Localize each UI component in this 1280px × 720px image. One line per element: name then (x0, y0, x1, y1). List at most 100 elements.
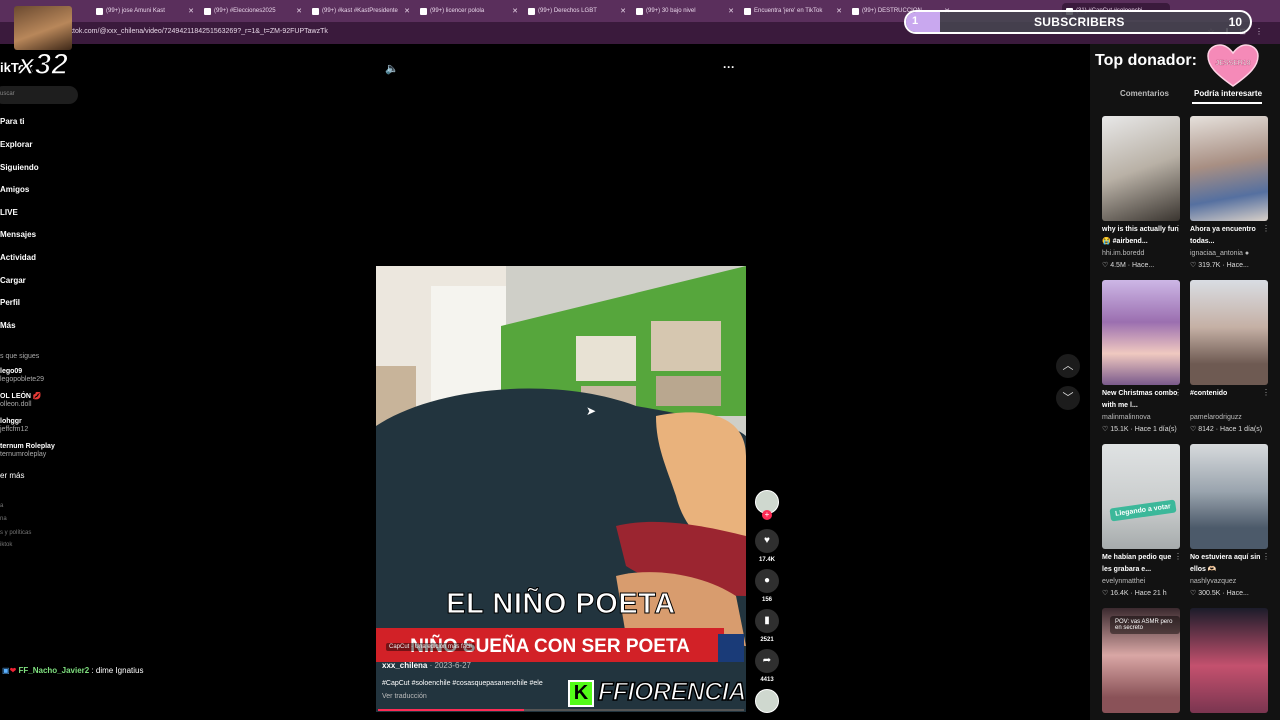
search-input[interactable]: uscar (0, 86, 78, 104)
card-meta: ♡ 4.5M · Hace... (1102, 262, 1155, 269)
video-thumbnail[interactable] (1190, 608, 1268, 713)
browser-tab[interactable]: (99+) #Elecciones2025 ✕ (200, 3, 304, 20)
active-tab-indicator (1192, 102, 1262, 104)
thumbnail-caption: POV: vas ASMR pero en secreto (1110, 616, 1180, 634)
chat-badge-icon: ▣ (2, 666, 10, 675)
footer-link[interactable]: iktok (0, 542, 12, 548)
browser-tab-label: Encuentra 'jere' en TikTok (754, 8, 823, 14)
video-thumbnail[interactable]: Llegando a votar (1102, 444, 1180, 549)
close-icon[interactable]: ✕ (512, 3, 518, 20)
sidebar-item-9[interactable]: Más (0, 321, 16, 330)
browser-tab[interactable]: (99+) 30 bajo nivel ✕ (632, 3, 736, 20)
card-title[interactable]: Me habían pedio que les grabara e... (1102, 552, 1182, 576)
share-button[interactable]: ➦ (755, 649, 779, 673)
card-title[interactable]: #contenido (1190, 388, 1270, 400)
comment-button[interactable]: ● (755, 569, 779, 593)
followed-account[interactable]: lego09 legopoblete29 (0, 368, 44, 384)
tab-comments[interactable]: Comentarios (1120, 89, 1169, 98)
browser-tab[interactable]: Encuentra 'jere' en TikTok ✕ (740, 3, 844, 20)
followed-account[interactable]: ternum Roleplay ternumroleplay (0, 443, 55, 459)
followed-account[interactable]: OL LEÓN 💋 olleon.doll (0, 393, 42, 409)
card-title[interactable]: No estuviera aquí sin ellos 🫶🏻 (1190, 552, 1270, 576)
bookmark-icon: ▮ (764, 615, 770, 626)
tiktok-favicon-icon (204, 8, 211, 15)
tiktok-favicon-icon (744, 8, 751, 15)
sidebar-item-1[interactable]: Explorar (0, 140, 32, 149)
card-author[interactable]: evelynmatthei (1102, 578, 1182, 585)
card-author[interactable]: malinmalinnova (1102, 414, 1182, 421)
account-name: OL LEÓN 💋 (0, 393, 42, 400)
sidebar-item-4[interactable]: LIVE (0, 208, 18, 217)
tab-recommended[interactable]: Podría interesarte (1194, 89, 1262, 98)
next-video-button[interactable]: ﹀ (1056, 386, 1080, 410)
sidebar-item-2[interactable]: Siguiendo (0, 163, 39, 172)
follow-plus-icon[interactable]: + (762, 510, 772, 520)
card-title[interactable]: why is this actually fun 😭 #airbend... (1102, 224, 1182, 248)
sidebar-item-3[interactable]: Amigos (0, 185, 29, 194)
video-progress-bar[interactable] (378, 709, 744, 711)
sidebar-item-6[interactable]: Actividad (0, 253, 36, 262)
top-donor-name: JESSER18 (1215, 60, 1251, 67)
see-more-link[interactable]: er más (0, 471, 24, 480)
more-options-icon[interactable]: ⋮ (1262, 552, 1270, 561)
browser-tab[interactable]: (99+) licencer polola ✕ (416, 3, 520, 20)
account-handle: olleon.doll (0, 401, 32, 408)
footer-link[interactable]: s y políticas (0, 530, 31, 536)
tiktok-favicon-icon (96, 8, 103, 15)
chevron-up-icon: ︿ (1062, 360, 1074, 372)
more-options-icon[interactable]: ⋮ (1174, 552, 1182, 561)
close-icon[interactable]: ✕ (404, 3, 410, 20)
thumbnail-caption: Llegando a votar (1109, 499, 1177, 522)
card-author[interactable]: hhi.im.boredd (1102, 250, 1182, 257)
save-button[interactable]: ▮ (755, 609, 779, 633)
close-icon[interactable]: ✕ (620, 3, 626, 20)
more-options-icon[interactable]: ⋮ (1174, 224, 1182, 233)
music-disc-icon[interactable] (755, 689, 779, 713)
video-thumbnail[interactable]: POV: vas ASMR pero en secreto (1102, 608, 1180, 713)
browser-tab[interactable]: (99+) #kast #KastPresidente ✕ (308, 3, 412, 20)
sidebar-item-0[interactable]: Para ti (0, 117, 24, 126)
footer-link[interactable]: na (0, 516, 7, 522)
followed-account[interactable]: lohggr jeffcfm12 (0, 418, 28, 434)
heart-icon: ❤ (9, 666, 17, 675)
card-author[interactable]: ignaciaa_antonia ● (1190, 250, 1270, 257)
video-author[interactable]: xxx_chilena · 2023-6-27 (382, 661, 471, 670)
video-thumbnail[interactable] (1102, 280, 1180, 385)
card-author[interactable]: nashlyvazquez (1190, 578, 1270, 585)
close-icon[interactable]: ✕ (728, 3, 734, 20)
card-author[interactable]: pamelarodriguzz (1190, 414, 1270, 421)
close-icon[interactable]: ✕ (296, 3, 302, 20)
more-options-icon[interactable]: ··· (723, 60, 735, 74)
card-title[interactable]: Ahora ya encuentro todas... (1190, 224, 1270, 248)
video-thumbnail[interactable] (1102, 116, 1180, 221)
url-text[interactable]: tiktok.com/@xxx_chilena/video/7249421184… (66, 28, 328, 35)
video-description[interactable]: #CapCut #soloenchile #cosasquepasanenchi… (382, 680, 543, 687)
browser-tab[interactable]: (99+) jose Amuni Kast ✕ (92, 3, 196, 20)
tiktok-favicon-icon (636, 8, 643, 15)
previous-video-button[interactable]: ︿ (1056, 354, 1080, 378)
video-thumbnail[interactable] (1190, 280, 1268, 385)
more-options-icon[interactable]: ⋮ (1174, 388, 1182, 397)
sidebar-item-5[interactable]: Mensajes (0, 230, 36, 239)
save-count: 2521 (760, 637, 774, 643)
card-meta: ♡ 16.4K · Hace 21 h (1102, 590, 1167, 597)
close-icon[interactable]: ✕ (188, 3, 194, 20)
browser-tab[interactable]: (99+) Derechos LGBT ✕ (524, 3, 628, 20)
tiktok-favicon-icon (312, 8, 319, 15)
footer-link[interactable]: a (0, 503, 3, 509)
card-title[interactable]: New Christmas combo with me l... (1102, 388, 1182, 412)
close-icon[interactable]: ✕ (836, 3, 842, 20)
top-donor-label: Top donador: (1095, 52, 1197, 69)
sidebar-item-8[interactable]: Perfil (0, 298, 20, 307)
account-name: ternum Roleplay (0, 443, 55, 450)
author-name[interactable]: xxx_chilena (382, 661, 427, 670)
sidebar-item-7[interactable]: Cargar (0, 276, 26, 285)
more-options-icon[interactable]: ⋮ (1262, 224, 1270, 233)
volume-icon[interactable]: 🔈 (385, 62, 399, 75)
more-options-icon[interactable]: ⋮ (1262, 388, 1270, 397)
translate-link[interactable]: Ver traducción (382, 693, 427, 700)
capcut-badge[interactable]: CapCut · Una edición más fácil (386, 643, 475, 651)
like-button[interactable]: ♥ (755, 529, 779, 553)
video-thumbnail[interactable] (1190, 116, 1268, 221)
video-thumbnail[interactable] (1190, 444, 1268, 549)
